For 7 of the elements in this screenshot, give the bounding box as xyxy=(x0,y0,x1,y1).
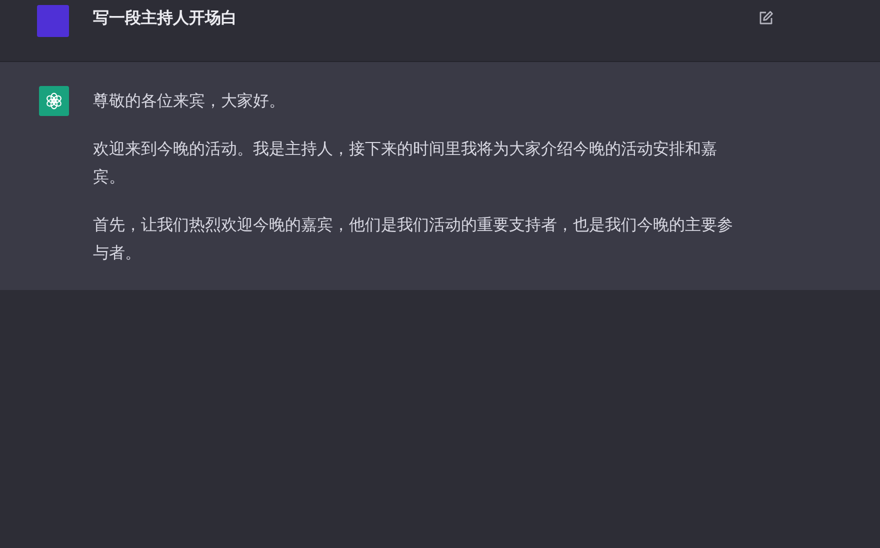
reply-paragraph: 欢迎来到今晚的活动。我是主持人，接下来的时间里我将为大家介绍今晚的活动安排和嘉宾。 xyxy=(93,138,718,188)
reply-paragraph: 尊敬的各位来宾，大家好。 xyxy=(93,90,286,112)
user-avatar xyxy=(37,5,69,37)
reply-paragraph: 首先，让我们热烈欢迎今晚的嘉宾，他们是我们活动的重要支持者，也是我们今晚的主要参与者。 xyxy=(93,214,734,264)
knot-logo-icon xyxy=(39,86,69,116)
prompt-text: 写一段主持人开场白 xyxy=(93,7,238,29)
edit-icon[interactable] xyxy=(758,10,774,26)
